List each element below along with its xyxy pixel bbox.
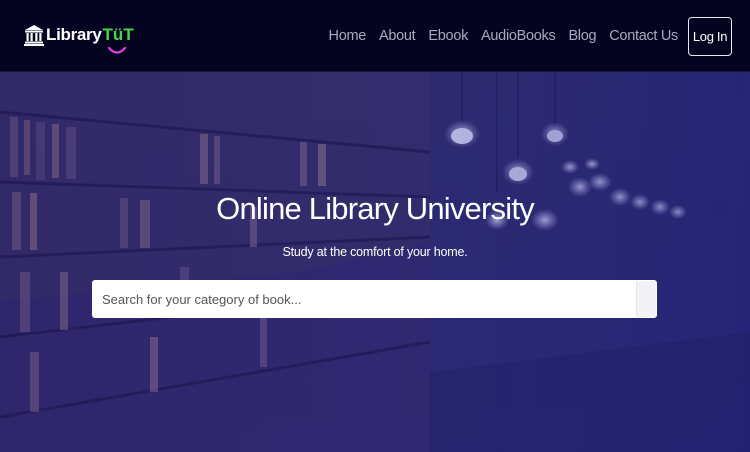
nav-ebook[interactable]: Ebook — [428, 28, 468, 44]
hero-subtitle: Study at the comfort of your home. — [282, 245, 468, 259]
brand-name: Library — [46, 25, 102, 44]
brand-accent-text: TüT — [102, 25, 134, 44]
hero-section: Online Library University Study at the c… — [0, 72, 750, 452]
main-nav: Home About Ebook AudioBooks Blog Contact… — [316, 16, 732, 56]
hero-overlay — [0, 72, 750, 452]
nav-blog[interactable]: Blog — [568, 28, 596, 44]
smile-icon — [107, 47, 126, 54]
search-bar — [92, 280, 657, 318]
library-building-icon — [24, 25, 44, 46]
brand-logo[interactable]: Library TüT — [24, 18, 134, 54]
search-button[interactable] — [636, 281, 656, 317]
nav-audiobooks[interactable]: AudioBooks — [481, 28, 556, 44]
search-input[interactable] — [92, 280, 636, 318]
nav-contact-us[interactable]: Contact Us — [609, 28, 678, 44]
login-button[interactable]: Log In — [688, 16, 732, 56]
hero-title: Online Library University — [216, 191, 534, 226]
navbar: Library TüT Home About Ebook AudioBooks … — [0, 0, 750, 72]
nav-home[interactable]: Home — [329, 28, 367, 44]
nav-about[interactable]: About — [379, 28, 416, 44]
brand-accent: TüT — [102, 25, 134, 54]
